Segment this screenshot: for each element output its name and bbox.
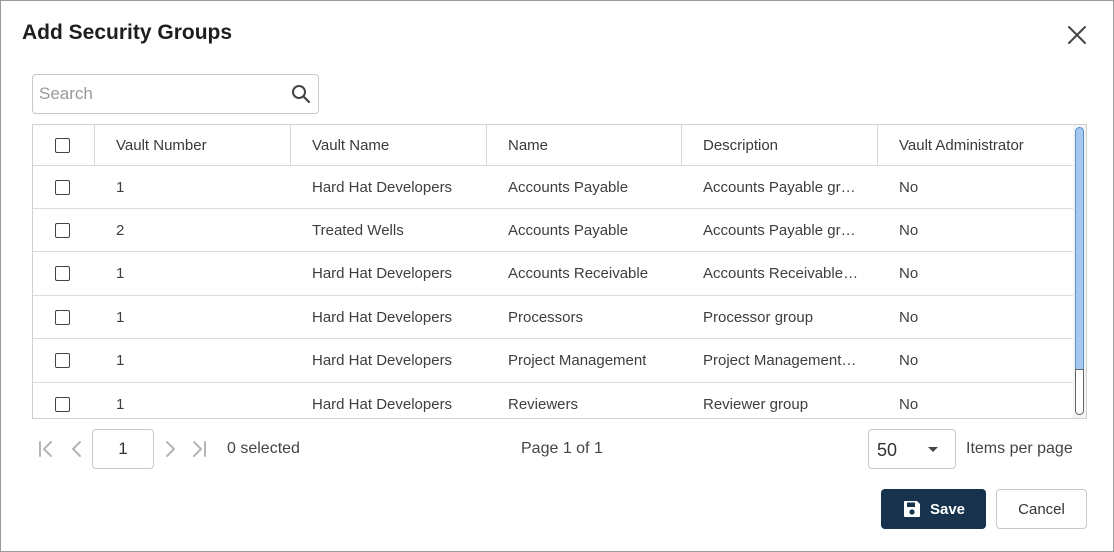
cell-vault-number: 1 — [116, 178, 125, 196]
selected-count: 0 selected — [227, 440, 300, 457]
cell-vault-number: 1 — [116, 352, 125, 369]
cell-vault-name: Hard Hat Developers — [312, 265, 453, 282]
close-button[interactable] — [1063, 21, 1091, 49]
column-header-vault-administrator[interactable]: Vault Administrator — [878, 125, 1073, 165]
cell-description: Processor group — [703, 308, 814, 326]
dialog-title: Add Security Groups — [22, 21, 233, 44]
select-all-checkbox[interactable] — [55, 137, 70, 153]
row-checkbox-cell — [33, 383, 95, 418]
scrollbar-thumb[interactable] — [1075, 127, 1084, 415]
row-checkbox[interactable] — [55, 309, 70, 325]
table-row[interactable]: 1 Hard Hat Developers Project Management… — [33, 339, 1073, 383]
cell-vault-name: Hard Hat Developers — [312, 352, 453, 369]
cell-vault-number: 2 — [116, 221, 125, 239]
previous-page-icon[interactable] — [67, 439, 87, 459]
pagination-bar: 0 selected Page 1 of 1 50 Items per page — [1, 429, 1114, 469]
header-select-all-cell — [33, 125, 95, 165]
row-checkbox-cell — [33, 166, 95, 208]
column-header-vault-number[interactable]: Vault Number — [95, 125, 291, 165]
column-header-vault-name[interactable]: Vault Name — [291, 125, 487, 165]
row-checkbox[interactable] — [55, 397, 70, 412]
row-checkbox[interactable] — [55, 353, 70, 368]
cell-name: Processors — [508, 308, 584, 326]
search-input[interactable] — [39, 75, 284, 113]
cell-vault-name: Hard Hat Developers — [312, 178, 453, 196]
caret-down-icon — [928, 447, 938, 452]
row-checkbox[interactable] — [55, 179, 70, 195]
cell-description: Accounts Payable gr… — [703, 178, 856, 196]
cell-vault-number: 1 — [116, 308, 125, 326]
row-checkbox[interactable] — [55, 266, 70, 281]
table-row[interactable]: 1 Hard Hat Developers Accounts Receivabl… — [33, 252, 1073, 296]
row-checkbox-cell — [33, 296, 95, 338]
add-security-groups-dialog: Add Security Groups Vault Number Vault N… — [0, 0, 1114, 552]
page-number-input[interactable] — [92, 429, 154, 469]
next-page-icon[interactable] — [160, 439, 180, 459]
cell-name: Accounts Receivable — [508, 265, 649, 282]
page-info: Page 1 of 1 — [521, 440, 603, 457]
grid-header: Vault Number Vault Name Name Description… — [33, 125, 1073, 166]
cancel-button[interactable]: Cancel — [996, 489, 1087, 529]
cell-vault-number: 1 — [116, 265, 125, 282]
save-button[interactable]: Save — [881, 489, 986, 529]
row-checkbox[interactable] — [55, 222, 70, 238]
cell-vault-administrator: No — [899, 352, 919, 369]
cell-vault-administrator: No — [899, 265, 919, 282]
table-row[interactable]: 1 Hard Hat Developers Processors Process… — [33, 296, 1073, 339]
cell-description: Accounts Receivable… — [703, 265, 859, 282]
cell-vault-name: Hard Hat Developers — [312, 396, 453, 413]
column-header-description[interactable]: Description — [682, 125, 878, 165]
last-page-icon[interactable] — [189, 439, 209, 459]
cell-name: Reviewers — [508, 396, 579, 413]
floppy-disk-icon — [903, 501, 920, 517]
cell-name: Accounts Payable — [508, 221, 629, 239]
cell-vault-name: Hard Hat Developers — [312, 308, 453, 326]
table-row[interactable]: 1 Hard Hat Developers Accounts Payable A… — [33, 166, 1073, 209]
cell-name: Project Management — [508, 352, 647, 369]
first-page-icon[interactable] — [36, 439, 56, 459]
save-button-label: Save — [929, 500, 966, 518]
cell-vault-administrator: No — [899, 221, 919, 239]
table-row[interactable]: 1 Hard Hat Developers Reviewers Reviewer… — [33, 383, 1073, 418]
cell-vault-number: 1 — [116, 396, 125, 413]
cancel-button-label: Cancel — [1018, 500, 1065, 518]
cell-vault-administrator: No — [899, 178, 919, 196]
row-checkbox-cell — [33, 252, 95, 295]
items-per-page-label: Items per page — [966, 440, 1073, 457]
cell-vault-administrator: No — [899, 396, 919, 413]
cell-description: Accounts Payable gr… — [703, 221, 856, 239]
close-icon — [1068, 26, 1086, 44]
row-checkbox-cell — [33, 209, 95, 251]
cell-description: Reviewer group — [703, 396, 809, 413]
security-groups-grid: Vault Number Vault Name Name Description… — [32, 124, 1087, 419]
column-header-name[interactable]: Name — [487, 125, 682, 165]
cell-vault-administrator: No — [899, 308, 919, 326]
table-row[interactable]: 2 Treated Wells Accounts Payable Account… — [33, 209, 1073, 252]
page-size-select[interactable]: 50 — [868, 429, 956, 469]
cell-name: Accounts Payable — [508, 178, 629, 196]
row-checkbox-cell — [33, 339, 95, 382]
cell-description: Project Management… — [703, 352, 857, 369]
cell-vault-name: Treated Wells — [312, 221, 404, 239]
grid-scrollbar[interactable] — [1073, 125, 1086, 418]
search-icon[interactable] — [291, 84, 311, 104]
page-size-value: 50 — [877, 440, 898, 460]
search-box — [32, 74, 319, 114]
